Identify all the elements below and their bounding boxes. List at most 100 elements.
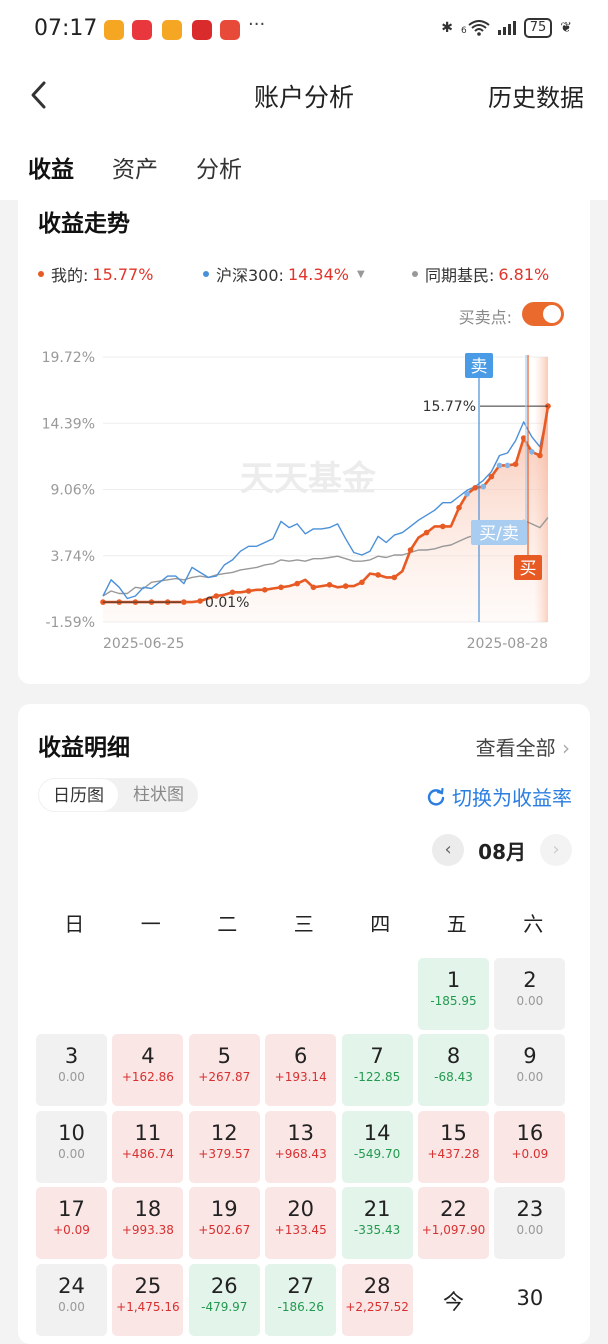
area-fill: [103, 406, 548, 622]
day-income: 0.00: [58, 1146, 85, 1161]
legend-peers: 同期基民: 6.81%: [412, 262, 549, 286]
income-trend-card: 收益走势 我的: 15.77% 沪深300: 14.34% ▼ 同期基民: 6.81% …: [18, 190, 590, 684]
tab-income[interactable]: 收益: [28, 150, 74, 184]
view-all-label: 查看全部: [475, 736, 556, 760]
day-income: -479.97: [201, 1299, 248, 1314]
prev-month-button[interactable]: ‹: [432, 834, 465, 866]
calendar-day[interactable]: 16 +0.09: [494, 1110, 566, 1183]
status-time: 07:17: [34, 16, 98, 41]
data-point: [480, 483, 487, 490]
calendar-day[interactable]: 12 +379.57: [188, 1110, 260, 1183]
legend-dot: [38, 271, 44, 277]
history-data-button[interactable]: 历史数据: [488, 78, 584, 113]
bar-view-tab[interactable]: 柱状图: [119, 778, 198, 812]
data-point: [375, 572, 381, 578]
weekday-label: 一: [140, 912, 161, 936]
weekday-label: 五: [446, 912, 467, 936]
day-number: 19: [210, 1197, 238, 1222]
end-value-label: 15.77%: [423, 399, 476, 415]
calendar-day[interactable]: 27 -186.26: [265, 1263, 337, 1336]
calendar-day[interactable]: 今: [418, 1264, 489, 1336]
day-number: 11: [134, 1120, 162, 1145]
day-income: -549.70: [353, 1146, 401, 1161]
day-income: +162.86: [121, 1070, 174, 1085]
day-income: +133.45: [274, 1223, 327, 1238]
calendar-day[interactable]: 15 +437.28: [418, 1110, 489, 1183]
calendar-view-tab[interactable]: 日历图: [38, 778, 119, 812]
more-notifications-icon: ···: [248, 14, 266, 35]
tab-analysis[interactable]: 分析: [196, 150, 242, 184]
calendar-day[interactable]: 3 0.00: [36, 1034, 107, 1107]
calendar-day[interactable]: 2 0.00: [494, 958, 566, 1030]
calendar-day[interactable]: 22 +1,097.90: [418, 1187, 489, 1260]
day-number: 30: [516, 1285, 544, 1310]
day-number: 27: [287, 1273, 315, 1298]
watermark: 天天基金: [240, 459, 377, 499]
day-number: 24: [58, 1273, 85, 1298]
calendar-day[interactable]: 11 +486.74: [112, 1110, 184, 1183]
day-income: -186.26: [277, 1299, 324, 1314]
calendar-day[interactable]: 19 +502.67: [188, 1187, 260, 1260]
legend-mine: 我的: 15.77%: [38, 262, 153, 286]
calendar-day[interactable]: 1 -185.95: [418, 958, 489, 1030]
buy-sell-toggle[interactable]: [522, 302, 564, 326]
next-month-button[interactable]: ›: [540, 834, 572, 866]
calendar-day[interactable]: 9 0.00: [494, 1034, 566, 1107]
battery-icon: 75: [523, 18, 553, 38]
calendar-day[interactable]: 4 +162.86: [112, 1034, 184, 1107]
day-income: +1,475.16: [116, 1299, 180, 1314]
calendar-day[interactable]: 28 +2,257.52: [341, 1263, 413, 1336]
calendar-day[interactable]: 7 -122.85: [341, 1034, 413, 1107]
legend-dot: [203, 271, 209, 277]
calendar-day[interactable]: 20 +133.45: [265, 1187, 337, 1260]
data-point: [359, 579, 365, 586]
day-income: +968.43: [274, 1146, 327, 1161]
day-income: +267.87: [198, 1070, 251, 1085]
view-all-link[interactable]: 查看全部 ›: [476, 732, 570, 761]
chevron-right-icon: ›: [562, 736, 570, 760]
y-tick-label: 14.39%: [42, 416, 95, 432]
buy-marker-label: 买: [520, 559, 537, 579]
calendar-day[interactable]: 17 +0.09: [36, 1187, 107, 1260]
legend-value: 6.81%: [498, 264, 550, 284]
data-point: [262, 587, 268, 593]
legend-hs300[interactable]: 沪深300: 14.34% ▼: [203, 262, 365, 286]
data-point: [342, 583, 349, 589]
day-number: 8: [446, 1044, 461, 1069]
calendar-day[interactable]: 5 +267.87: [188, 1034, 260, 1107]
calendar-day[interactable]: 8 -68.43: [418, 1034, 489, 1107]
calendar-day[interactable]: 18 +993.38: [112, 1187, 184, 1260]
start-value-label: 0.01%: [205, 595, 249, 611]
data-point: [512, 461, 519, 467]
legend-label: 同期基民:: [425, 266, 495, 285]
leaf-icon: ❦: [560, 20, 572, 36]
calendar-day[interactable]: 14 -549.70: [341, 1110, 413, 1183]
day-income: +993.38: [121, 1223, 174, 1238]
switch-to-rate-button[interactable]: 切换为收益率: [426, 782, 572, 811]
day-number: 14: [363, 1120, 391, 1145]
calendar-day[interactable]: 10 0.00: [36, 1110, 107, 1183]
calendar-day[interactable]: 13 +968.43: [265, 1110, 337, 1183]
day-income: +193.14: [274, 1070, 327, 1085]
data-point: [472, 485, 479, 491]
sell-marker-label: 卖: [471, 357, 488, 377]
calendar-day[interactable]: 25 +1,475.16: [112, 1263, 184, 1336]
calendar-day[interactable]: 24 0.00: [36, 1263, 107, 1336]
day-number: 16: [516, 1120, 544, 1145]
day-income: -185.95: [430, 994, 477, 1008]
day-number: 7: [370, 1044, 384, 1069]
day-number: 26: [210, 1273, 238, 1298]
wifi-icon: 6: [461, 20, 490, 36]
calendar-day[interactable]: 23 0.00: [494, 1187, 566, 1260]
app-notification-icon: [220, 20, 240, 40]
buy-sell-marker-label: 买/卖: [479, 524, 519, 544]
calendar-day[interactable]: 30: [494, 1264, 565, 1336]
calendar-day[interactable]: 21 -335.43: [341, 1187, 413, 1260]
tab-assets[interactable]: 资产: [112, 150, 158, 184]
day-number: 9: [523, 1044, 537, 1069]
calendar-day[interactable]: 6 +193.14: [265, 1034, 337, 1107]
day-income: -335.43: [353, 1223, 401, 1238]
calendar-day[interactable]: 26 -479.97: [188, 1263, 260, 1336]
app-notification-icon: [192, 20, 212, 40]
x-tick-label: 2025-08-28: [467, 636, 548, 652]
